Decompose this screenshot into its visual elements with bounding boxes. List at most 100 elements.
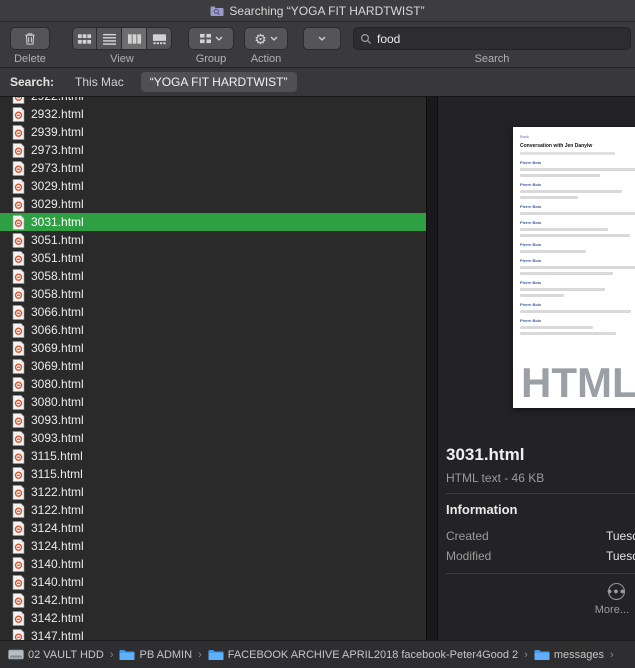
file-name: 3080.html [31,377,84,391]
file-name: 3051.html [31,233,84,247]
html-file-icon [12,142,25,158]
thumb-back-link: Back [520,134,529,139]
html-file-icon [12,466,25,482]
scope-this-mac[interactable]: This Mac [66,72,133,92]
file-name: 3122.html [31,503,84,517]
html-file-icon [12,268,25,284]
search-scope-bar: Search: This Mac “YOGA FIT HARDTWIST” [0,68,635,97]
path-item-label: PB ADMIN [139,648,193,661]
file-row[interactable]: 3029.html [0,177,426,195]
information-header: Information [446,502,518,517]
file-name: 3093.html [31,413,84,427]
more-options-icon[interactable]: ●●● [607,583,625,600]
dropdown-button[interactable] [303,27,341,50]
file-list: 2922.html 2932.html 2939.html 2973.html 2973… [0,97,426,640]
file-row[interactable]: 3080.html [0,393,426,411]
file-row[interactable]: 3122.html [0,483,426,501]
thumb-title: Conversation with Jen Danylw [520,143,593,149]
folder-icon [534,649,550,661]
file-name: 3058.html [31,287,84,301]
html-file-icon [12,196,25,212]
path-item-3[interactable]: messages [534,649,604,661]
file-row[interactable]: 3051.html [0,249,426,267]
file-name: 3147.html [31,629,84,640]
more-button[interactable]: More... [595,604,629,616]
file-name: 3140.html [31,557,84,571]
file-row[interactable]: 2922.html [0,97,426,105]
file-row[interactable]: 3115.html [0,465,426,483]
file-name: 3142.html [31,593,84,607]
file-row[interactable]: 3124.html [0,537,426,555]
file-name: 3069.html [31,341,84,355]
path-item-1[interactable]: PB ADMIN [119,649,192,661]
file-row[interactable]: 3142.html [0,609,426,627]
search-input[interactable] [377,31,624,46]
file-row[interactable]: 3069.html [0,339,426,357]
file-row[interactable]: 3124.html [0,519,426,537]
file-row[interactable]: 3140.html [0,573,426,591]
gallery-view-button[interactable] [147,27,172,50]
thumb-text-line [520,288,605,291]
chevron-down-icon [270,36,278,41]
path-item-0[interactable]: 02 VAULT HDD [8,649,104,661]
file-row[interactable]: 3122.html [0,501,426,519]
modified-value: Tuesd [606,549,635,563]
file-row[interactable]: 3058.html [0,285,426,303]
html-file-icon [12,214,25,230]
thumb-body: Pierre Bois Pierre Bois Pierre Bois Pierre … [520,160,635,335]
html-file-icon [12,376,25,392]
column-view-button[interactable] [122,27,147,50]
file-row[interactable]: 2973.html [0,141,426,159]
search-field[interactable] [353,27,631,50]
thumb-sender: Pierre Bois [520,318,542,323]
file-row[interactable]: 3069.html [0,357,426,375]
scope-saved-search[interactable]: “YOGA FIT HARDTWIST” [140,72,297,92]
thumb-sender: Pierre Bois [520,204,542,209]
file-name: 3029.html [31,179,84,193]
html-file-icon [12,502,25,518]
file-row[interactable]: 3140.html [0,555,426,573]
file-row[interactable]: 3051.html [0,231,426,249]
view-segmented-control [72,27,172,50]
file-row[interactable]: 2932.html [0,105,426,123]
html-watermark: HTML [513,358,635,408]
file-name: 2939.html [31,125,84,139]
file-row[interactable]: 3093.html [0,411,426,429]
list-view-button[interactable] [97,27,122,50]
file-row[interactable]: 3115.html [0,447,426,465]
html-file-icon [12,322,25,338]
path-item-2[interactable]: FACEBOOK ARCHIVE APRIL2018 facebook-Pete… [208,649,518,661]
html-file-icon [12,286,25,302]
file-name: 3069.html [31,359,84,373]
file-row[interactable]: 2939.html [0,123,426,141]
file-name: 3124.html [31,539,84,553]
html-file-icon [12,124,25,140]
file-row[interactable]: 3058.html [0,267,426,285]
thumb-text-line [520,190,623,193]
thumb-text-line [520,250,586,253]
file-row[interactable]: 3066.html [0,303,426,321]
delete-label: Delete [14,53,46,65]
html-file-icon [12,610,25,626]
thumb-sender: Pierre Bois [520,302,542,307]
file-row[interactable]: 3029.html [0,195,426,213]
delete-button[interactable] [10,27,50,50]
file-row[interactable]: 3142.html [0,591,426,609]
file-row[interactable]: 3147.html [0,627,426,640]
thumb-text-line [520,212,635,215]
group-button[interactable] [188,27,234,50]
thumb-participants-line [520,152,615,155]
file-row[interactable]: 3080.html [0,375,426,393]
file-row[interactable]: 3093.html [0,429,426,447]
thumb-sender: Pierre Bois [520,258,542,263]
file-row[interactable]: 2973.html [0,159,426,177]
html-file-icon [12,628,25,640]
scrollbar-track[interactable] [426,97,438,640]
html-file-icon [12,178,25,194]
group-icon [199,33,212,44]
icon-view-button[interactable] [72,27,97,50]
trash-icon [23,31,37,46]
file-row[interactable]: 3066.html [0,321,426,339]
action-button[interactable]: ⚙ [244,27,288,50]
file-row[interactable]: 3031.html [0,213,426,231]
